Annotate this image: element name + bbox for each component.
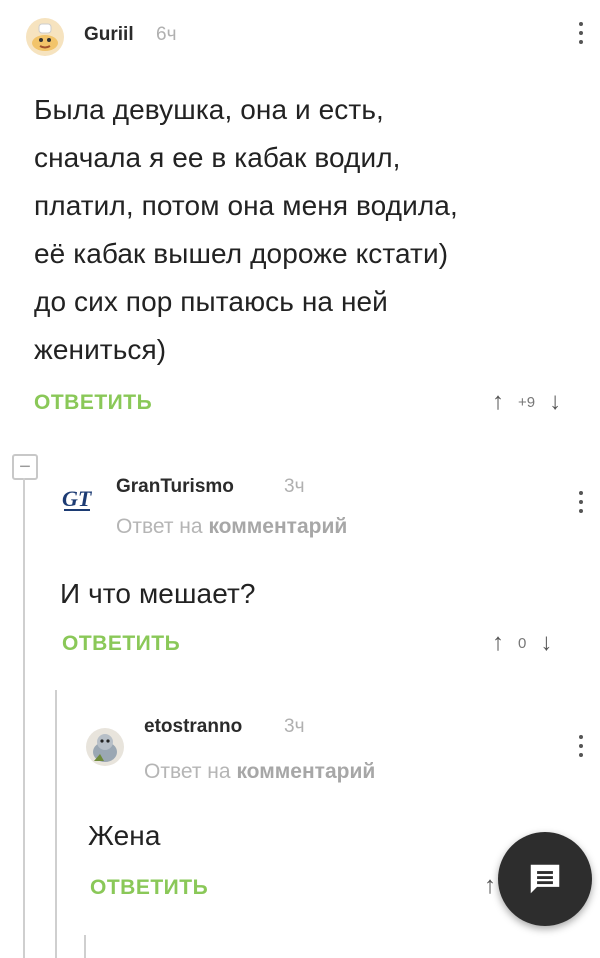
text-line: её кабак вышел дороже кстати) — [34, 238, 449, 269]
timestamp: 3ч — [284, 716, 305, 737]
text-line: Жена — [88, 820, 161, 851]
rating-controls: ↑ 0 ↓ — [492, 631, 552, 655]
more-options-button[interactable] — [578, 491, 584, 513]
timestamp: 3ч — [284, 476, 305, 497]
dot-icon — [579, 22, 583, 26]
more-options-button[interactable] — [578, 735, 584, 757]
reply-button[interactable]: ОТВЕТИТЬ — [90, 876, 208, 900]
dot-icon — [579, 744, 583, 748]
text-line: до сих пор пытаюсь на ней — [34, 286, 388, 317]
dot-icon — [579, 753, 583, 757]
downvote-arrow-icon[interactable]: ↓ — [549, 390, 561, 414]
reply-to-line: Ответ на комментарий — [116, 515, 347, 539]
svg-text:GT: GT — [62, 486, 93, 511]
comment-fab-button[interactable] — [498, 832, 592, 926]
avatar[interactable] — [86, 728, 124, 766]
text-line: жениться) — [34, 334, 167, 365]
reply-button[interactable]: ОТВЕТИТЬ — [62, 632, 180, 656]
upvote-arrow-icon[interactable]: ↑ — [492, 631, 504, 655]
avatar[interactable]: GT — [60, 486, 98, 516]
reply-to-line: Ответ на комментарий — [144, 760, 375, 784]
comment-icon — [530, 864, 560, 894]
downvote-arrow-icon[interactable]: ↓ — [540, 631, 552, 655]
thread-branch-line[interactable] — [23, 478, 25, 958]
upvote-arrow-icon[interactable]: ↑ — [492, 390, 504, 414]
collapse-thread-button[interactable]: − — [12, 454, 38, 480]
thread-branch-line[interactable] — [84, 935, 86, 958]
more-options-button[interactable] — [578, 22, 584, 44]
dot-icon — [579, 40, 583, 44]
minus-icon: − — [19, 456, 31, 478]
gt-logo-icon: GT — [62, 486, 93, 511]
dot-icon — [579, 500, 583, 504]
rating-value: +9 — [518, 393, 536, 411]
text-line: сначала я ее в кабак водил, — [34, 142, 401, 173]
reply-button[interactable]: ОТВЕТИТЬ — [34, 391, 152, 415]
dot-icon — [579, 509, 583, 513]
comment-text: Была девушка, она и есть, сначала я ее в… — [34, 86, 584, 374]
reply-to-link[interactable]: комментарий — [236, 760, 375, 783]
username[interactable]: Guriil — [84, 24, 134, 46]
timestamp: 6ч — [156, 24, 177, 45]
rating-value: 0 — [518, 634, 527, 652]
dot-icon — [579, 735, 583, 739]
reply-to-prefix: Ответ на — [116, 515, 203, 538]
avatar[interactable] — [26, 18, 64, 56]
username[interactable]: GranTurismo — [116, 476, 234, 498]
dot-icon — [579, 491, 583, 495]
comment-text: И что мешает? — [60, 570, 256, 618]
username[interactable]: etostranno — [144, 716, 242, 738]
reply-to-prefix: Ответ на — [144, 760, 231, 783]
reply-to-link[interactable]: комментарий — [208, 515, 347, 538]
text-line: Была девушка, она и есть, — [34, 94, 384, 125]
thread-branch-line[interactable] — [55, 690, 57, 958]
animal-avatar-icon — [93, 734, 117, 762]
dot-icon — [579, 31, 583, 35]
cartoon-avatar-icon — [32, 23, 58, 51]
text-line: платил, потом она меня водила, — [34, 190, 458, 221]
text-line: И что мешает? — [60, 578, 256, 609]
upvote-arrow-icon[interactable]: ↑ — [484, 872, 496, 900]
comment-text: Жена — [88, 812, 161, 860]
rating-controls: ↑ +9 ↓ — [492, 390, 561, 414]
